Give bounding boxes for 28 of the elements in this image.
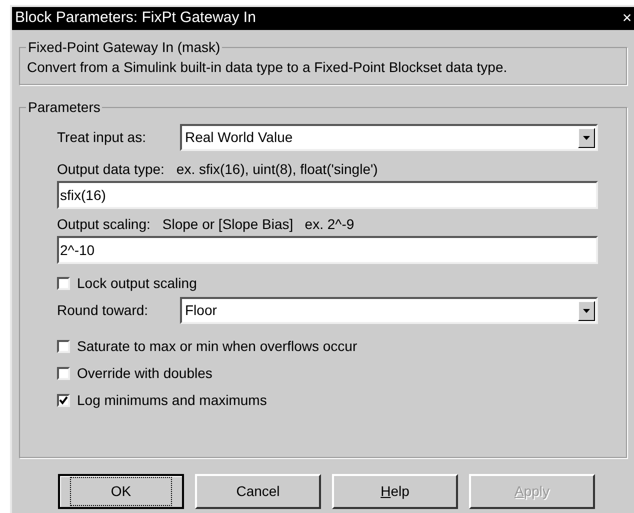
text-field[interactable]: sfix(16) (57, 181, 598, 209)
checkbox-label: Log minimums and maximums (77, 391, 267, 410)
dialog-button[interactable]: Help (332, 474, 458, 509)
field-label: Output data type: (57, 160, 164, 178)
dropdown-arrow-button[interactable] (578, 128, 595, 148)
caret-icon (583, 308, 590, 312)
description-text: Convert from a Simulink built-in data type to a Fixed-Point Blockset data type. (27, 58, 508, 76)
dropdown[interactable]: Floor (180, 297, 598, 324)
field-label: Output scaling: (57, 215, 150, 233)
caret-icon (583, 136, 590, 140)
checkbox-label: Override with doubles (77, 364, 212, 383)
checkbox-label: Saturate to max or min when overflows occur (77, 337, 358, 356)
field-label: Round toward: (57, 301, 150, 320)
close-button[interactable]: × (620, 10, 634, 26)
checkbox[interactable] (57, 277, 70, 290)
field-hint: ex. sfix(16), uint(8), float('single') (176, 160, 378, 178)
checkbox[interactable] (57, 394, 70, 407)
dialog-button[interactable]: Cancel (195, 474, 321, 509)
field-label: Treat input as: (57, 128, 147, 147)
dropdown-arrow-button[interactable] (578, 300, 595, 320)
text-field[interactable]: 2^-10 (57, 236, 598, 264)
window-title: Block Parameters: FixPt Gateway In (15, 8, 256, 28)
dialog-button[interactable]: OK (58, 474, 184, 509)
checkbox[interactable] (57, 367, 70, 380)
checkbox-label: Lock output scaling (77, 274, 197, 293)
checkbox[interactable] (57, 340, 70, 353)
field-hint: Slope or [Slope Bias] ex. 2^-9 (162, 215, 354, 233)
dropdown[interactable]: Real World Value (180, 124, 598, 151)
